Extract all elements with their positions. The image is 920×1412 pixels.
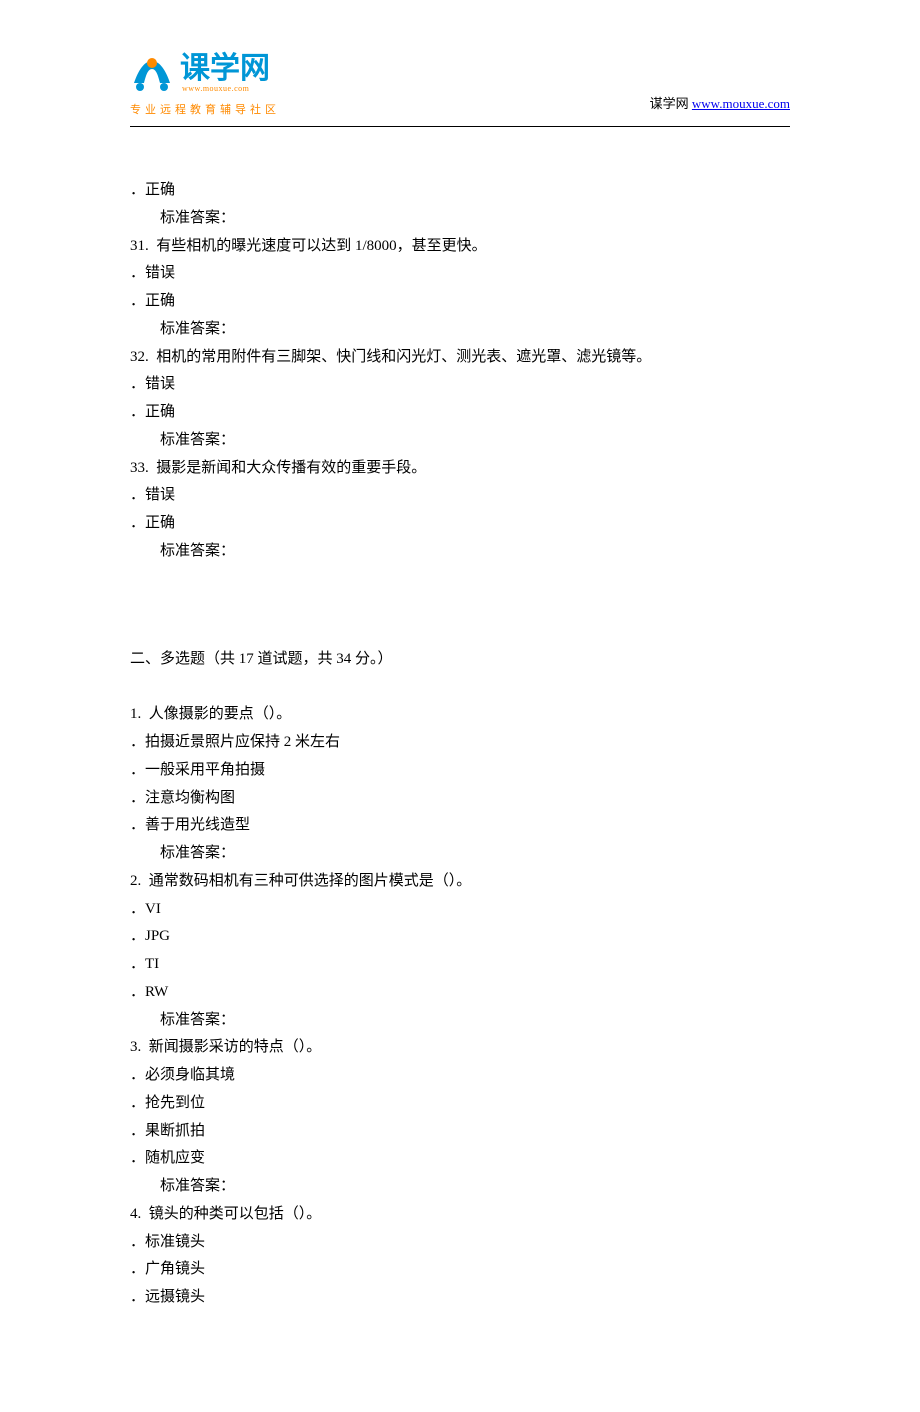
mc-q1-c: ．注意均衡构图 — [130, 785, 790, 813]
q31-wrong: ．错误 — [130, 260, 790, 288]
mc-q4-a: ．标准镜头 — [130, 1229, 790, 1257]
tf-orphan-correct: ．正确 — [130, 177, 790, 205]
q32-wrong: ．错误 — [130, 371, 790, 399]
mc-q1-a: ．拍摄近景照片应保持 2 米左右 — [130, 729, 790, 757]
mc-q3-d: ．随机应变 — [130, 1145, 790, 1173]
mc-q4-c: ．远摄镜头 — [130, 1284, 790, 1312]
document-body: ．正确 标准答案： 31. 有些相机的曝光速度可以达到 1/8000，甚至更快。… — [130, 177, 790, 1312]
site-label: 谋学网 — [650, 96, 689, 111]
mc-q3-b: ．抢先到位 — [130, 1090, 790, 1118]
q31: 31. 有些相机的曝光速度可以达到 1/8000，甚至更快。 — [130, 233, 790, 261]
header-divider — [130, 126, 790, 127]
q31-correct: ．正确 — [130, 288, 790, 316]
q33-correct: ．正确 — [130, 510, 790, 538]
mc-q2: 2. 通常数码相机有三种可供选择的图片模式是（）。 — [130, 868, 790, 896]
answer-label: 标准答案： — [130, 1007, 790, 1035]
section-heading: 二、多选题（共 17 道试题，共 34 分。） — [130, 646, 790, 674]
site-reference: 谋学网 www.mouxue.com — [650, 92, 790, 120]
mc-q3-a: ．必须身临其境 — [130, 1062, 790, 1090]
mc-q2-a: ．VI — [130, 896, 790, 924]
q33: 33. 摄影是新闻和大众传播有效的重要手段。 — [130, 455, 790, 483]
mc-q1-d: ．善于用光线造型 — [130, 812, 790, 840]
mc-q4-b: ．广角镜头 — [130, 1256, 790, 1284]
mc-q2-b: ．JPG — [130, 923, 790, 951]
document-page: 课学网 www.mouxue.com 专业远程教育辅导社区 谋学网 www.mo… — [0, 0, 920, 1412]
logo-text: 课学网 — [180, 54, 270, 84]
page-header: 课学网 www.mouxue.com 专业远程教育辅导社区 谋学网 www.mo… — [130, 60, 790, 120]
mc-q1-b: ．一般采用平角拍摄 — [130, 757, 790, 785]
answer-label: 标准答案： — [130, 316, 790, 344]
mc-q3: 3. 新闻摄影采访的特点（）。 — [130, 1034, 790, 1062]
logo-tagline: 专业远程教育辅导社区 — [130, 100, 280, 120]
mc-q4: 4. 镜头的种类可以包括（）。 — [130, 1201, 790, 1229]
mc-q1: 1. 人像摄影的要点（）。 — [130, 701, 790, 729]
mc-q2-c: ．TI — [130, 951, 790, 979]
answer-label: 标准答案： — [130, 1173, 790, 1201]
site-link[interactable]: www.mouxue.com — [692, 96, 790, 111]
logo-icon — [130, 57, 174, 93]
mc-q3-c: ．果断抓拍 — [130, 1118, 790, 1146]
q33-wrong: ．错误 — [130, 482, 790, 510]
mc-q2-d: ．RW — [130, 979, 790, 1007]
answer-label: 标准答案： — [130, 840, 790, 868]
q32-correct: ．正确 — [130, 399, 790, 427]
q32: 32. 相机的常用附件有三脚架、快门线和闪光灯、测光表、遮光罩、滤光镜等。 — [130, 344, 790, 372]
answer-label: 标准答案： — [130, 205, 790, 233]
answer-label: 标准答案： — [130, 538, 790, 566]
site-logo: 课学网 www.mouxue.com 专业远程教育辅导社区 — [130, 54, 280, 120]
answer-label: 标准答案： — [130, 427, 790, 455]
